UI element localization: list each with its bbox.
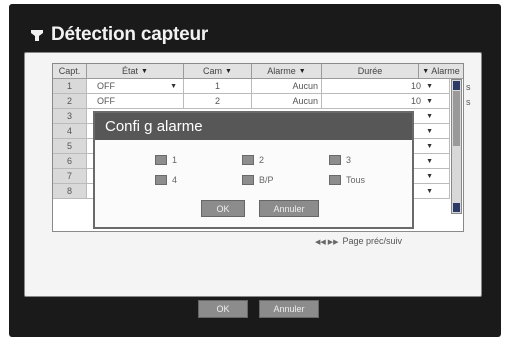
duration-value: 10 (410, 81, 421, 91)
dropdown-arrow-icon: ▼ (426, 98, 433, 105)
state-select[interactable]: OFF (87, 94, 184, 109)
column-header-label: Cam (203, 66, 223, 76)
column-header-label: Alarme (431, 66, 460, 76)
vertical-scrollbar[interactable] (451, 79, 462, 214)
page-title: Détection capteur (51, 24, 209, 45)
dropdown-arrow-icon[interactable]: ▼ (426, 158, 433, 165)
sort-down-icon: ▼ (225, 67, 232, 75)
checkbox[interactable] (155, 155, 167, 165)
alarm-value[interactable]: Aucun (252, 79, 322, 94)
column-header-label: État (122, 66, 139, 76)
dialog-title: Confi g alarme (95, 113, 412, 140)
state-value: OFF (97, 96, 115, 106)
checkbox[interactable] (155, 175, 167, 185)
alarm-value[interactable]: Aucun (252, 94, 322, 109)
cancel-button[interactable]: Annuler (259, 300, 319, 318)
checkbox[interactable] (329, 175, 341, 185)
column-header-alarm[interactable]: Alarme ▼ (252, 64, 322, 79)
sort-down-icon: ▼ (298, 67, 306, 75)
row-number: 7 (53, 169, 87, 184)
option-label: 3 (346, 155, 352, 165)
column-header-capt[interactable]: Capt. (53, 64, 87, 79)
dropdown-arrow-icon[interactable]: ▼ (426, 113, 433, 120)
option-label: 1 (172, 155, 178, 165)
option-label: 2 (259, 155, 265, 165)
window-title: Détection capteur (30, 22, 208, 48)
alarm-option-3[interactable]: 3 (329, 155, 351, 165)
page-arrows-icon[interactable]: ◀◀ ▶▶ (315, 239, 338, 246)
checkbox[interactable] (242, 155, 254, 165)
column-header-duration[interactable]: Durée (322, 64, 419, 79)
option-label: 4 (172, 175, 178, 185)
seconds-unit: s (466, 97, 471, 107)
column-header-label: Durée (357, 66, 383, 76)
column-header-state[interactable]: État ▼ (87, 64, 184, 79)
dropdown-arrow-icon[interactable]: ▼ (426, 128, 433, 135)
row-number: 6 (53, 154, 87, 169)
column-header-label: Alarme (267, 66, 296, 76)
sort-down-icon: ▼ (422, 67, 430, 75)
cam-value[interactable]: 1 (184, 79, 252, 94)
dialog-cancel-button[interactable]: Annuler (259, 200, 319, 217)
row-number: 8 (53, 184, 87, 199)
dropdown-arrow-icon: ▼ (170, 83, 177, 90)
duration-select[interactable]: 10 ▼ (322, 94, 450, 109)
scroll-thumb[interactable] (453, 91, 460, 146)
alarm-config-dialog: Confi g alarme 1 2 3 4 B/P Tous OK Annul… (93, 111, 414, 229)
alarm-option-1[interactable]: 1 (155, 155, 177, 165)
row-number: 5 (53, 139, 87, 154)
sensor-icon (31, 30, 43, 41)
row-number: 4 (53, 124, 87, 139)
row-number: 1 (53, 79, 87, 94)
seconds-unit: s (466, 82, 471, 92)
checkbox[interactable] (242, 175, 254, 185)
alarm-option-all[interactable]: Tous (329, 175, 365, 185)
checkbox[interactable] (329, 155, 341, 165)
page-navigation[interactable]: ◀◀ ▶▶ Page préc/suiv (315, 236, 402, 246)
cam-value[interactable]: 2 (184, 94, 252, 109)
duration-select[interactable]: 10 ▼ (322, 79, 450, 94)
column-header-cam[interactable]: Cam ▼ (184, 64, 252, 79)
state-value: OFF (97, 81, 115, 91)
option-label: Tous (346, 175, 366, 185)
dialog-ok-button[interactable]: OK (201, 200, 245, 217)
alarm-option-2[interactable]: 2 (242, 155, 264, 165)
dropdown-arrow-icon[interactable]: ▼ (426, 143, 433, 150)
dropdown-arrow-icon[interactable]: ▼ (426, 188, 433, 195)
scroll-up-icon[interactable] (453, 81, 460, 90)
dropdown-arrow-icon: ▼ (426, 83, 433, 90)
column-header-label: Capt. (58, 66, 81, 76)
dropdown-arrow-icon[interactable]: ▼ (426, 173, 433, 180)
row-number: 3 (53, 109, 87, 124)
option-label: B/P (259, 175, 274, 185)
row-number: 2 (53, 94, 87, 109)
column-header-alarm-2[interactable]: ▼ Alarme (419, 64, 463, 79)
sort-down-icon: ▼ (141, 67, 148, 75)
state-select[interactable]: OFF ▼ (87, 79, 184, 94)
duration-value: 10 (410, 96, 421, 106)
scroll-down-icon[interactable] (453, 203, 460, 212)
alarm-option-4[interactable]: 4 (155, 175, 177, 185)
alarm-option-bp[interactable]: B/P (242, 175, 274, 185)
page-nav-label: Page préc/suiv (342, 236, 403, 246)
ok-button[interactable]: OK (198, 300, 248, 318)
